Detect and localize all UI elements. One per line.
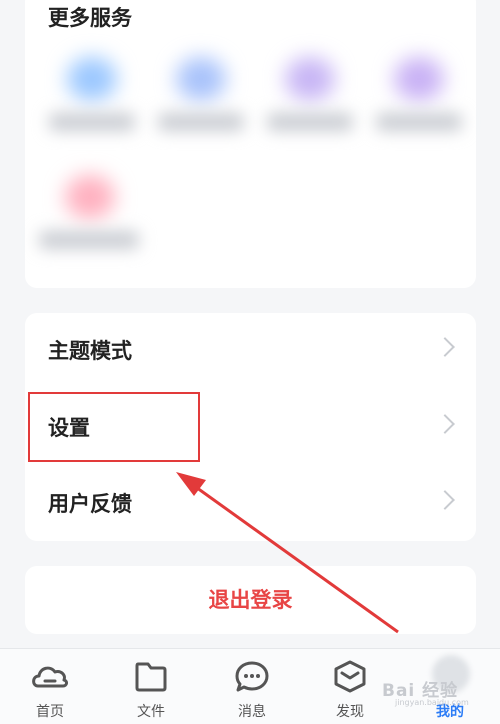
service-label-blurred: [158, 113, 244, 131]
cube-icon: [334, 660, 366, 693]
tab-label: 发现: [336, 704, 364, 720]
service-label-blurred: [376, 113, 462, 131]
annotation-highlight-box: [28, 392, 200, 462]
logout-button[interactable]: 退出登录: [25, 566, 476, 634]
cloud-icon: [32, 666, 68, 688]
tab-discover[interactable]: 发现: [310, 649, 390, 724]
folder-icon: [135, 662, 167, 692]
service-icon: [394, 57, 444, 101]
service-icon: [176, 57, 226, 101]
more-services-card: 更多服务: [25, 0, 476, 288]
service-item[interactable]: [374, 57, 464, 147]
service-item[interactable]: [156, 57, 246, 147]
service-icon: [67, 57, 117, 101]
tab-files[interactable]: 文件: [111, 649, 191, 724]
chevron-right-icon: [435, 414, 455, 434]
service-item[interactable]: [37, 175, 147, 265]
chevron-right-icon: [435, 490, 455, 510]
tab-messages[interactable]: 消息: [212, 649, 292, 724]
tab-label: 文件: [137, 704, 165, 720]
service-item[interactable]: [265, 57, 355, 147]
logout-label: 退出登录: [208, 588, 293, 612]
menu-item-label: 主题模式: [48, 339, 132, 363]
menu-item-theme-mode[interactable]: 主题模式: [25, 313, 476, 389]
service-label-blurred: [267, 113, 353, 131]
service-icon: [285, 57, 335, 101]
tab-label: 首页: [36, 704, 64, 720]
chat-bubble-icon: [235, 661, 269, 692]
watermark-url: jingyan.baidu.com: [395, 698, 469, 707]
service-label-blurred: [39, 231, 139, 249]
tab-home[interactable]: 首页: [10, 649, 90, 724]
tab-label: 消息: [238, 704, 266, 720]
menu-item-label: 用户反馈: [48, 492, 132, 516]
more-services-title: 更多服务: [48, 6, 132, 30]
chevron-right-icon: [435, 337, 455, 357]
service-icon: [65, 175, 115, 219]
service-item[interactable]: [47, 57, 137, 147]
menu-item-feedback[interactable]: 用户反馈: [25, 466, 476, 542]
service-label-blurred: [49, 113, 135, 131]
